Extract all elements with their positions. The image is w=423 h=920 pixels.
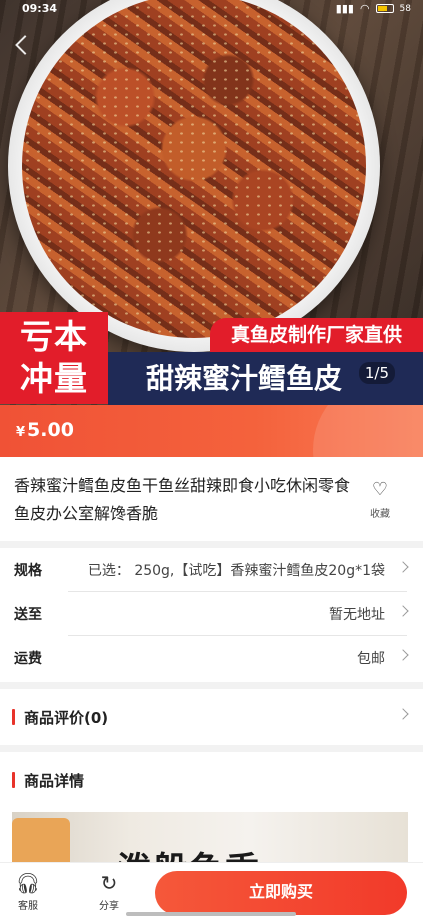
reviews-section[interactable]: 商品评价(0) (0, 689, 423, 745)
delivery-row[interactable]: 送至 暂无地址 (0, 592, 423, 636)
service-button[interactable]: 🎧︎ 客服 (6, 871, 50, 912)
image-pager: 1/5 (358, 362, 395, 384)
promo-banner-top: 真鱼皮制作厂家直供 (210, 318, 423, 352)
promo-line-1: 亏本 (20, 317, 88, 356)
details-heading: 商品详情 (12, 770, 84, 791)
chevron-right-icon (397, 561, 409, 573)
product-title-card: 香辣蜜汁鳕鱼皮鱼干鱼丝甜辣即食小吃休闲零食鱼皮办公室解馋香脆 ♡ 收藏 (0, 457, 423, 541)
headset-icon: 🎧︎ (15, 871, 41, 895)
promo-line-2: 冲量 (20, 359, 88, 398)
wifi-icon: ◠ (359, 2, 370, 15)
favorite-button[interactable]: ♡ 收藏 (365, 479, 395, 521)
spec-value: 已选： 250g,【试吃】香辣蜜汁鳕鱼皮20g*1袋 (87, 563, 385, 579)
share-label: 分享 (99, 901, 119, 912)
favorite-label: 收藏 (370, 509, 390, 520)
share-button[interactable]: ↻ 分享 (87, 871, 131, 912)
service-label: 客服 (18, 901, 38, 912)
promo-banner-left: 亏本 冲量 (0, 312, 108, 404)
status-bar: 09:34 ▮▮▮ ◠ 58 (0, 0, 423, 20)
product-image-carousel[interactable]: 09:34 ▮▮▮ ◠ 58 亏本 冲量 真鱼皮制作厂家直供 甜辣蜜汁鳕鱼皮 1… (0, 0, 423, 405)
battery-level: 58 (399, 3, 411, 14)
shipping-row[interactable]: 运费 包邮 (0, 636, 423, 680)
shipping-label: 运费 (14, 651, 42, 667)
status-time: 09:34 (22, 2, 58, 15)
chevron-right-icon (397, 605, 409, 617)
home-indicator (126, 912, 296, 916)
heart-plus-icon: ♡ (371, 479, 389, 500)
buy-now-button[interactable]: 立即购买 (155, 871, 407, 915)
product-title: 香辣蜜汁鳕鱼皮鱼干鱼丝甜辣即食小吃休闲零食鱼皮办公室解馋香脆 (14, 476, 351, 523)
price-amount: 5.00 (27, 419, 74, 441)
shipping-value: 包邮 (357, 651, 385, 667)
signal-icon: ▮▮▮ (335, 2, 354, 15)
spec-label: 规格 (14, 563, 42, 579)
chevron-right-icon (397, 649, 409, 661)
chevron-right-icon (397, 708, 409, 720)
spec-card: 规格 已选： 250g,【试吃】香辣蜜汁鳕鱼皮20g*1袋 送至 暂无地址 运费… (0, 548, 423, 682)
currency-symbol: ¥ (16, 425, 26, 440)
delivery-label: 送至 (14, 607, 42, 623)
delivery-value: 暂无地址 (329, 607, 385, 623)
price-bar: ¥5.00 (0, 405, 423, 457)
spec-row[interactable]: 规格 已选： 250g,【试吃】香辣蜜汁鳕鱼皮20g*1袋 (0, 548, 423, 592)
price: ¥5.00 (16, 419, 74, 441)
product-detail-page: 09:34 ▮▮▮ ◠ 58 亏本 冲量 真鱼皮制作厂家直供 甜辣蜜汁鳕鱼皮 1… (0, 0, 423, 920)
share-icon: ↻ (100, 871, 118, 895)
battery-icon (375, 4, 394, 13)
